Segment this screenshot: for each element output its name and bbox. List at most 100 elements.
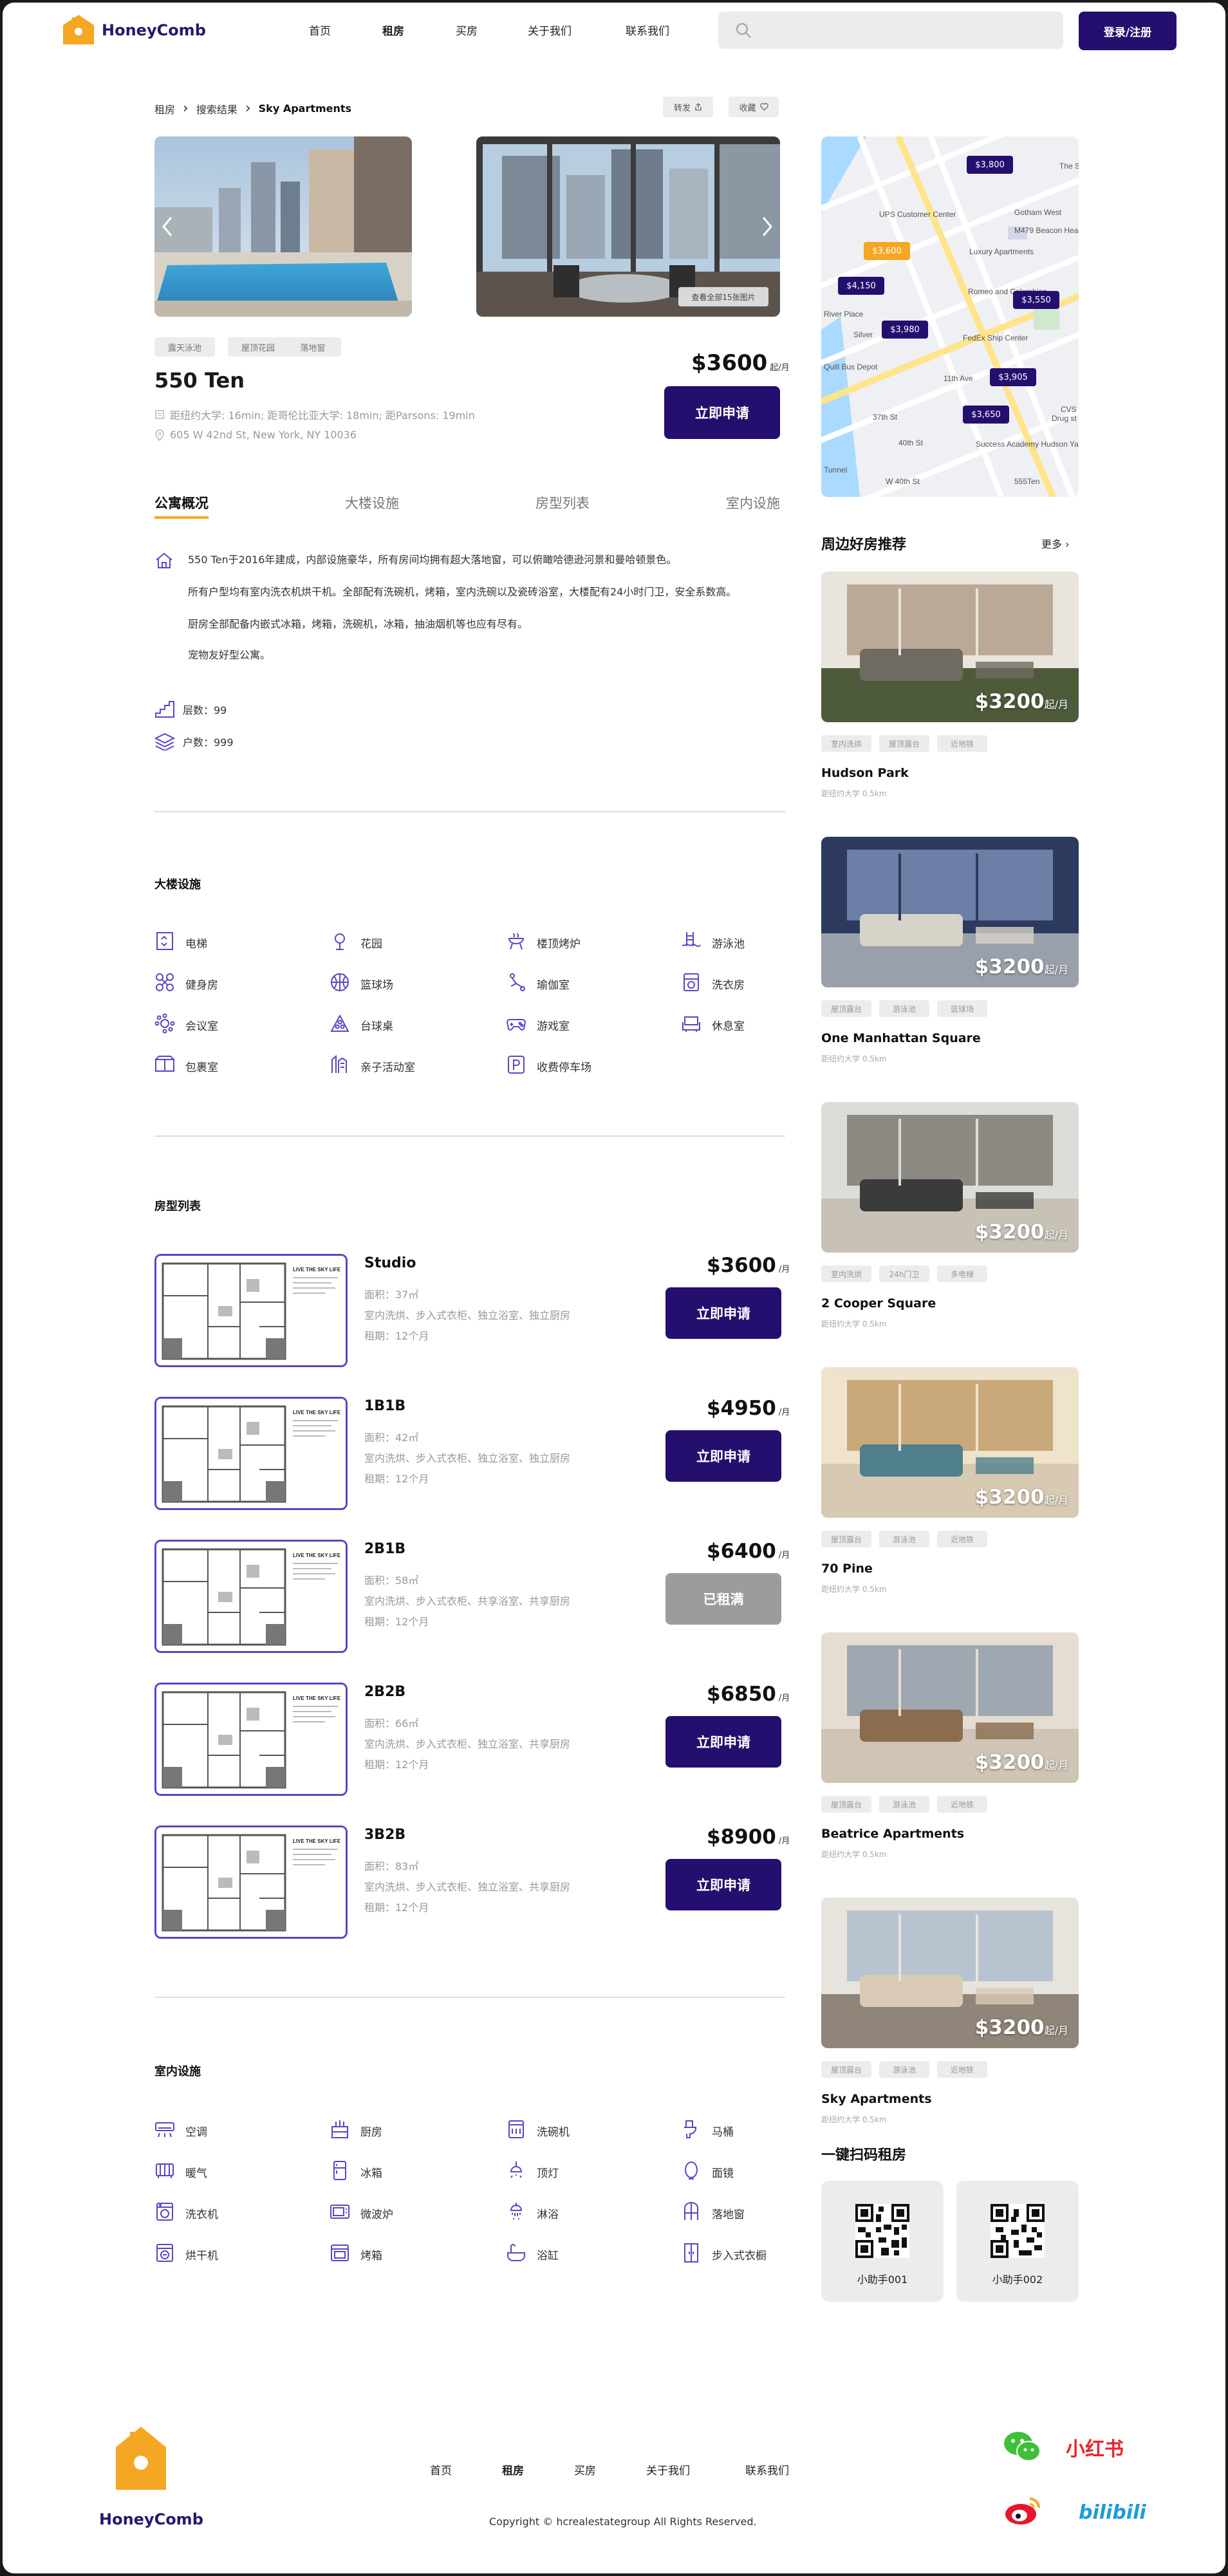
map-price-pin[interactable]: $4,150 [838,277,884,295]
floor-plan-image[interactable]: LIVE THE SKY LIFE [154,1540,348,1653]
qr-card[interactable]: 小助手002 [956,2181,1079,2302]
map-price-pin[interactable]: $3,980 [882,321,928,339]
nearby-name[interactable]: 70 Pine [821,1562,873,1576]
wechat-icon[interactable] [1003,2431,1041,2463]
facility-label: 亲子活动室 [360,1061,415,1074]
view-all-photos-button[interactable]: 查看全部15张图片 [678,287,768,306]
nearby-photo[interactable]: $3200起/月 [821,1367,1079,1518]
qr-card[interactable]: 小助手001 [821,2181,944,2302]
tab-overview[interactable]: 公寓概况 [154,493,209,519]
nearby-name[interactable]: One Manhattan Square [821,1031,981,1045]
qr-title: 一键扫码租房 [821,2147,907,2163]
map-price-pin-active[interactable]: $3,600 [864,242,910,260]
apply-now-button[interactable]: 立即申请 [665,1287,781,1339]
fully-rented-button[interactable]: 已租满 [665,1573,781,1625]
nearby-price-value: $3200 [974,955,1045,978]
gallery-photo-pool[interactable] [154,136,412,317]
map-price-pin[interactable]: $3,905 [990,368,1036,386]
login-register-button[interactable]: 登录/注册 [1079,12,1177,50]
facility-item: 落地窗 [681,2201,745,2225]
floor-plan-image[interactable]: LIVE THE SKY LIFE [154,1683,348,1796]
nav-rent[interactable]: 租房 [382,22,404,38]
breadcrumb-rent[interactable]: 租房 [154,101,175,117]
floor-plan-features: 室内洗烘、步入式衣柜、独立浴室、独立厨房 [364,1452,571,1464]
washer-icon [154,2201,175,2225]
more-link[interactable]: 更多 › [1041,536,1070,551]
listing-tag: 露天泳池 [154,337,215,357]
nearby-name[interactable]: Sky Apartments [821,2092,932,2106]
overview-line: 厨房全部配备内嵌式冰箱，烤箱，洗碗机，冰箱，抽油烟机等也应有尽有。 [188,618,528,630]
nearby-photo[interactable]: $3200起/月 [821,1102,1079,1253]
footer-link-buy[interactable]: 买房 [574,2461,596,2478]
tab-building-facilities[interactable]: 大楼设施 [345,493,399,512]
nearby-price: $3200起/月 [975,1220,1068,1244]
floor-plan-image[interactable]: LIVE THE SKY LIFE [154,1825,348,1939]
map-label: Silver [853,330,873,339]
map-label: River Place [824,310,864,319]
nav-home[interactable]: 首页 [309,22,331,38]
nearby-photo[interactable]: $3200起/月 [821,1898,1079,2048]
favorite-button[interactable]: 收藏 [729,97,779,117]
facility-item: 电梯 [154,931,207,955]
apply-now-button[interactable]: 立即申请 [665,1716,781,1768]
facility-item: 篮球场 [330,972,393,996]
footer-link-about[interactable]: 关于我们 [646,2461,690,2478]
floor-plan-name: 2B2B [364,1684,406,1700]
facility-label: 洗碗机 [537,2126,570,2139]
apply-now-button[interactable]: 立即申请 [665,1859,781,1910]
nav-about[interactable]: 关于我们 [528,22,572,38]
breadcrumb-results[interactable]: 搜索结果 [196,101,237,117]
unit-count-text: 户数：999 [183,736,234,749]
floor-plan-lease: 租期：12个月 [364,1473,429,1485]
footer-link-rent[interactable]: 租房 [502,2461,524,2478]
facility-label: 冰箱 [360,2167,382,2180]
nearby-tag: 屋顶露台 [821,2061,871,2078]
facility-label: 会议室 [185,1020,218,1033]
nearby-photo[interactable]: $3200起/月 [821,1632,1079,1783]
weibo-icon[interactable] [1004,2495,1043,2527]
floor-plan-image[interactable]: LIVE THE SKY LIFE [154,1397,348,1510]
search-input[interactable] [718,12,1063,49]
nav-buy[interactable]: 买房 [456,22,478,38]
apply-now-button[interactable]: 立即申请 [664,386,780,439]
footer-link-contact[interactable]: 联系我们 [745,2461,789,2478]
xiaohongshu-icon[interactable]: 小红书 [1066,2433,1124,2461]
map-label: W 40th St [886,477,920,486]
gallery-photo-living[interactable]: 查看全部15张图片 [476,136,780,317]
nearby-name[interactable]: Hudson Park [821,766,909,780]
nearby-photo[interactable]: $3200起/月 [821,572,1079,722]
top-nav: HoneyComb 首页 租房 买房 关于我们 联系我们 登录/注册 [3,3,1225,59]
nearby-tag: 24h门卫 [879,1265,929,1282]
nearby-tag: 近地铁 [937,2061,987,2078]
gallery-prev-icon[interactable] [160,215,175,238]
lounge-icon [681,1013,702,1037]
nearby-photo[interactable]: $3200起/月 [821,837,1079,987]
honeycomb-logo-icon [116,2427,166,2490]
brand-logo[interactable]: HoneyComb [60,14,206,47]
facility-label: 包裹室 [185,1061,218,1074]
floor-plan-image[interactable]: LIVE THE SKY LIFE [154,1254,348,1367]
nearby-price-unit: 起/月 [1044,1759,1068,1771]
address-info: 605 W 42nd St, New York, NY 10036 [154,429,357,441]
nearby-name[interactable]: 2 Cooper Square [821,1296,936,1311]
map-price-pin[interactable]: $3,650 [963,406,1009,424]
floor-plan-price: $6400/月 [707,1540,790,1563]
nearby-name[interactable]: Beatrice Apartments [821,1827,964,1841]
footer-link-home[interactable]: 首页 [430,2461,452,2478]
footer-logo[interactable]: HoneyComb [99,2425,203,2535]
bilibili-icon[interactable]: bilibili [1079,2501,1146,2524]
location-map[interactable]: UPS Customer Center Luxury Apartments Go… [821,136,1079,497]
tab-interior-facilities[interactable]: 室内设施 [726,493,780,512]
map-price-pin[interactable]: $3,550 [1013,291,1059,309]
apply-now-button[interactable]: 立即申请 [665,1430,781,1482]
share-button[interactable]: 转发 [663,97,713,117]
dishwasher-icon [506,2119,526,2143]
gallery-next-icon[interactable] [759,215,775,238]
nearby-distance: 距纽约大学 0.5km [821,1320,887,1329]
tab-floor-plans[interactable]: 房型列表 [535,493,590,512]
map-price-pin[interactable]: $3,800 [967,156,1013,174]
nav-contact[interactable]: 联系我们 [626,22,669,38]
floor-plan-price-value: $6400 [707,1540,776,1563]
floor-plan-features: 室内洗烘、步入式衣柜、独立浴室、共享厨房 [364,1881,571,1893]
facility-item: 马桶 [681,2119,734,2143]
